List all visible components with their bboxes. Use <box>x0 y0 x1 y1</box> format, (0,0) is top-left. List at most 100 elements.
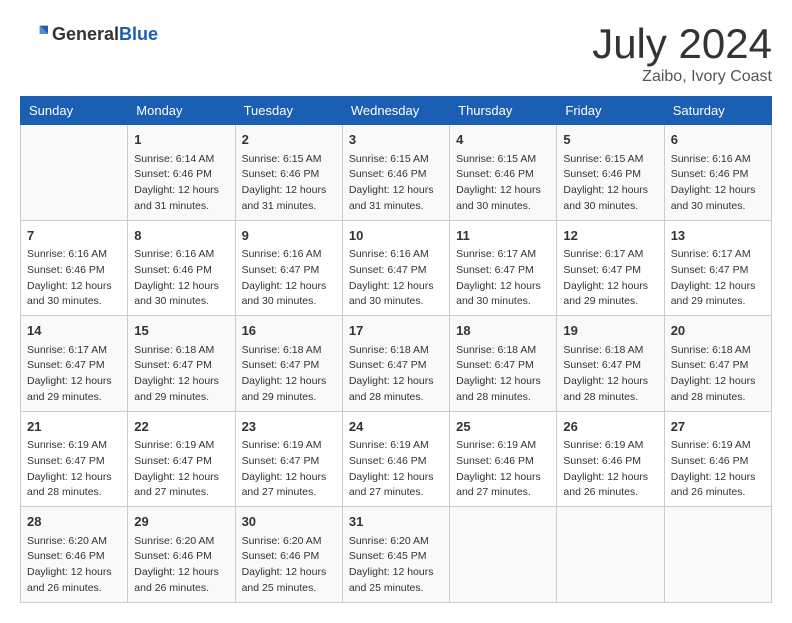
day-info: Sunrise: 6:18 AM Sunset: 6:47 PM Dayligh… <box>563 343 657 406</box>
calendar-week-row: 21Sunrise: 6:19 AM Sunset: 6:47 PM Dayli… <box>21 411 772 507</box>
header: GeneralBlue July 2024 Zaibo, Ivory Coast <box>20 20 772 86</box>
calendar-cell: 29Sunrise: 6:20 AM Sunset: 6:46 PM Dayli… <box>128 507 235 603</box>
day-number: 28 <box>27 512 121 532</box>
calendar-cell: 23Sunrise: 6:19 AM Sunset: 6:47 PM Dayli… <box>235 411 342 507</box>
day-of-week-header: Tuesday <box>235 97 342 125</box>
day-info: Sunrise: 6:18 AM Sunset: 6:47 PM Dayligh… <box>671 343 765 406</box>
calendar-cell: 3Sunrise: 6:15 AM Sunset: 6:46 PM Daylig… <box>342 125 449 221</box>
day-info: Sunrise: 6:15 AM Sunset: 6:46 PM Dayligh… <box>563 152 657 215</box>
calendar-cell: 28Sunrise: 6:20 AM Sunset: 6:46 PM Dayli… <box>21 507 128 603</box>
day-number: 16 <box>242 321 336 341</box>
day-info: Sunrise: 6:18 AM Sunset: 6:47 PM Dayligh… <box>242 343 336 406</box>
day-number: 8 <box>134 226 228 246</box>
day-of-week-header: Saturday <box>664 97 771 125</box>
day-number: 17 <box>349 321 443 341</box>
calendar-cell: 11Sunrise: 6:17 AM Sunset: 6:47 PM Dayli… <box>450 220 557 316</box>
generalblue-logo-icon <box>20 20 48 48</box>
calendar-cell: 13Sunrise: 6:17 AM Sunset: 6:47 PM Dayli… <box>664 220 771 316</box>
day-of-week-header: Wednesday <box>342 97 449 125</box>
day-number: 6 <box>671 130 765 150</box>
day-number: 20 <box>671 321 765 341</box>
day-number: 13 <box>671 226 765 246</box>
calendar-header-row: SundayMondayTuesdayWednesdayThursdayFrid… <box>21 97 772 125</box>
day-number: 7 <box>27 226 121 246</box>
calendar-cell: 14Sunrise: 6:17 AM Sunset: 6:47 PM Dayli… <box>21 316 128 412</box>
calendar-cell: 24Sunrise: 6:19 AM Sunset: 6:46 PM Dayli… <box>342 411 449 507</box>
day-info: Sunrise: 6:16 AM Sunset: 6:46 PM Dayligh… <box>134 247 228 310</box>
day-number: 10 <box>349 226 443 246</box>
day-of-week-header: Sunday <box>21 97 128 125</box>
day-info: Sunrise: 6:20 AM Sunset: 6:45 PM Dayligh… <box>349 534 443 597</box>
logo-text-general: General <box>52 24 119 44</box>
calendar-cell: 1Sunrise: 6:14 AM Sunset: 6:46 PM Daylig… <box>128 125 235 221</box>
logo: GeneralBlue <box>20 20 158 48</box>
day-number: 19 <box>563 321 657 341</box>
day-info: Sunrise: 6:19 AM Sunset: 6:46 PM Dayligh… <box>349 438 443 501</box>
calendar-cell <box>664 507 771 603</box>
day-info: Sunrise: 6:17 AM Sunset: 6:47 PM Dayligh… <box>27 343 121 406</box>
day-info: Sunrise: 6:18 AM Sunset: 6:47 PM Dayligh… <box>349 343 443 406</box>
day-number: 23 <box>242 417 336 437</box>
title-area: July 2024 Zaibo, Ivory Coast <box>592 20 772 86</box>
calendar-cell: 10Sunrise: 6:16 AM Sunset: 6:47 PM Dayli… <box>342 220 449 316</box>
calendar-cell: 27Sunrise: 6:19 AM Sunset: 6:46 PM Dayli… <box>664 411 771 507</box>
calendar-cell: 15Sunrise: 6:18 AM Sunset: 6:47 PM Dayli… <box>128 316 235 412</box>
day-number: 31 <box>349 512 443 532</box>
day-info: Sunrise: 6:19 AM Sunset: 6:46 PM Dayligh… <box>671 438 765 501</box>
day-info: Sunrise: 6:15 AM Sunset: 6:46 PM Dayligh… <box>456 152 550 215</box>
day-info: Sunrise: 6:19 AM Sunset: 6:46 PM Dayligh… <box>456 438 550 501</box>
calendar-cell: 4Sunrise: 6:15 AM Sunset: 6:46 PM Daylig… <box>450 125 557 221</box>
day-info: Sunrise: 6:19 AM Sunset: 6:46 PM Dayligh… <box>563 438 657 501</box>
day-info: Sunrise: 6:19 AM Sunset: 6:47 PM Dayligh… <box>27 438 121 501</box>
day-number: 29 <box>134 512 228 532</box>
calendar-cell: 9Sunrise: 6:16 AM Sunset: 6:47 PM Daylig… <box>235 220 342 316</box>
day-number: 26 <box>563 417 657 437</box>
day-info: Sunrise: 6:17 AM Sunset: 6:47 PM Dayligh… <box>563 247 657 310</box>
day-number: 21 <box>27 417 121 437</box>
day-number: 12 <box>563 226 657 246</box>
month-year: July 2024 <box>592 20 772 68</box>
day-info: Sunrise: 6:20 AM Sunset: 6:46 PM Dayligh… <box>134 534 228 597</box>
calendar-week-row: 7Sunrise: 6:16 AM Sunset: 6:46 PM Daylig… <box>21 220 772 316</box>
day-info: Sunrise: 6:17 AM Sunset: 6:47 PM Dayligh… <box>456 247 550 310</box>
calendar-cell: 7Sunrise: 6:16 AM Sunset: 6:46 PM Daylig… <box>21 220 128 316</box>
day-of-week-header: Monday <box>128 97 235 125</box>
day-number: 2 <box>242 130 336 150</box>
calendar-cell: 21Sunrise: 6:19 AM Sunset: 6:47 PM Dayli… <box>21 411 128 507</box>
calendar-cell: 25Sunrise: 6:19 AM Sunset: 6:46 PM Dayli… <box>450 411 557 507</box>
calendar-cell <box>450 507 557 603</box>
day-number: 1 <box>134 130 228 150</box>
calendar-cell: 19Sunrise: 6:18 AM Sunset: 6:47 PM Dayli… <box>557 316 664 412</box>
calendar-body: 1Sunrise: 6:14 AM Sunset: 6:46 PM Daylig… <box>21 125 772 603</box>
calendar-week-row: 1Sunrise: 6:14 AM Sunset: 6:46 PM Daylig… <box>21 125 772 221</box>
calendar-cell <box>21 125 128 221</box>
calendar-week-row: 14Sunrise: 6:17 AM Sunset: 6:47 PM Dayli… <box>21 316 772 412</box>
calendar-cell: 17Sunrise: 6:18 AM Sunset: 6:47 PM Dayli… <box>342 316 449 412</box>
day-info: Sunrise: 6:15 AM Sunset: 6:46 PM Dayligh… <box>349 152 443 215</box>
calendar-cell: 6Sunrise: 6:16 AM Sunset: 6:46 PM Daylig… <box>664 125 771 221</box>
day-number: 22 <box>134 417 228 437</box>
calendar-week-row: 28Sunrise: 6:20 AM Sunset: 6:46 PM Dayli… <box>21 507 772 603</box>
calendar-cell: 12Sunrise: 6:17 AM Sunset: 6:47 PM Dayli… <box>557 220 664 316</box>
day-number: 30 <box>242 512 336 532</box>
day-number: 14 <box>27 321 121 341</box>
day-number: 9 <box>242 226 336 246</box>
calendar-cell: 18Sunrise: 6:18 AM Sunset: 6:47 PM Dayli… <box>450 316 557 412</box>
day-number: 15 <box>134 321 228 341</box>
day-info: Sunrise: 6:20 AM Sunset: 6:46 PM Dayligh… <box>242 534 336 597</box>
day-info: Sunrise: 6:14 AM Sunset: 6:46 PM Dayligh… <box>134 152 228 215</box>
day-number: 11 <box>456 226 550 246</box>
logo-text-blue: Blue <box>119 24 158 44</box>
calendar-cell: 5Sunrise: 6:15 AM Sunset: 6:46 PM Daylig… <box>557 125 664 221</box>
day-info: Sunrise: 6:20 AM Sunset: 6:46 PM Dayligh… <box>27 534 121 597</box>
day-info: Sunrise: 6:19 AM Sunset: 6:47 PM Dayligh… <box>134 438 228 501</box>
day-info: Sunrise: 6:18 AM Sunset: 6:47 PM Dayligh… <box>456 343 550 406</box>
day-of-week-header: Thursday <box>450 97 557 125</box>
day-number: 5 <box>563 130 657 150</box>
calendar-cell: 2Sunrise: 6:15 AM Sunset: 6:46 PM Daylig… <box>235 125 342 221</box>
day-info: Sunrise: 6:16 AM Sunset: 6:46 PM Dayligh… <box>27 247 121 310</box>
day-info: Sunrise: 6:16 AM Sunset: 6:47 PM Dayligh… <box>349 247 443 310</box>
calendar-cell: 16Sunrise: 6:18 AM Sunset: 6:47 PM Dayli… <box>235 316 342 412</box>
day-number: 3 <box>349 130 443 150</box>
day-of-week-header: Friday <box>557 97 664 125</box>
